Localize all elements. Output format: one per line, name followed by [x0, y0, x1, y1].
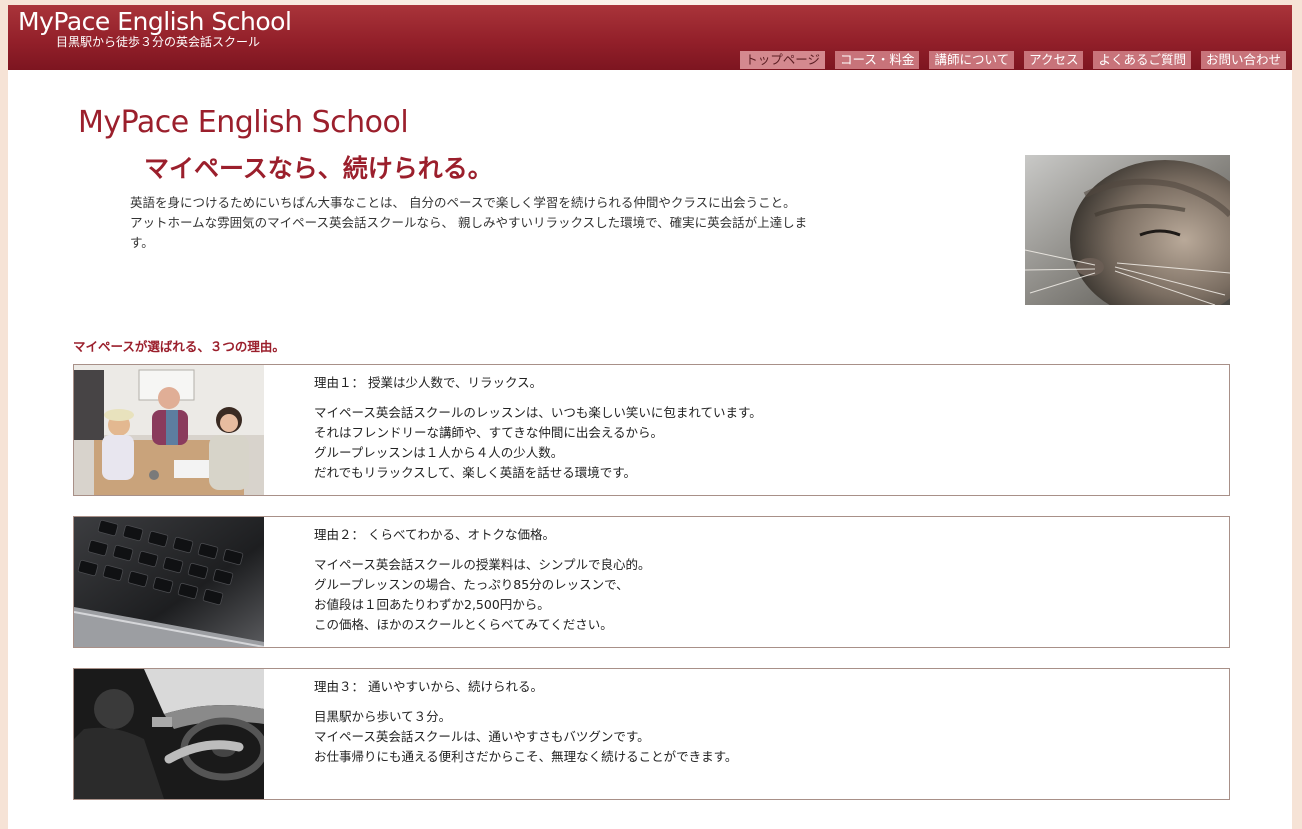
reason-line: それはフレンドリーな講師や、すてきな仲間に出会えるから。	[314, 425, 664, 440]
nav-item-contact[interactable]: お問い合わせ	[1200, 51, 1286, 69]
nav-item-top[interactable]: トップページ	[740, 51, 826, 69]
intro-paragraph-2: アットホームな雰囲気のマイペース英会話スクールなら、 親しみやすいリラックスした…	[130, 215, 808, 250]
page-headline: マイペースなら、続けられる。	[144, 154, 493, 183]
reason-line: グループレッスンの場合、たっぷり85分のレッスンで、	[314, 577, 629, 592]
reason-line: だれでもリラックスして、楽しく英語を話せる環境です。	[314, 465, 637, 480]
reason-line: お値段は１回あたりわずか2,500円から。	[314, 597, 550, 612]
reason-line: マイペース英会話スクールは、通いやすさもバツグンです。	[314, 729, 650, 744]
driving-photo	[74, 669, 264, 799]
reason-line: この価格、ほかのスクールとくらべてみてください。	[314, 617, 613, 632]
keyboard-photo	[74, 517, 264, 647]
reason-card-1: 理由１： 授業は少人数で、リラックス。 マイペース英会話スクールのレッスンは、い…	[73, 364, 1230, 496]
reason-card-2: 理由２： くらべてわかる、オトクな価格。 マイペース英会話スクールの授業料は、シ…	[73, 516, 1230, 648]
site-header: MyPace English School 目黒駅から徒歩３分の英会話スクール …	[8, 5, 1292, 70]
nav-item-teachers[interactable]: 講師について	[929, 51, 1015, 69]
page: MyPace English School 目黒駅から徒歩３分の英会話スクール …	[8, 5, 1292, 829]
nav-item-access[interactable]: アクセス	[1024, 51, 1084, 69]
reason-card-3: 理由３： 通いやすいから、続けられる。 目黒駅から歩いて３分。 マイペース英会話…	[73, 668, 1230, 800]
reason-title-1: 理由１： 授業は少人数で、リラックス。	[314, 375, 543, 390]
nav-item-faq[interactable]: よくあるご質問	[1093, 51, 1191, 69]
reason-line: マイペース英会話スクールの授業料は、シンプルで良心的。	[314, 557, 651, 572]
reason-line: 目黒駅から歩いて３分。	[314, 709, 452, 724]
cat-photo	[1025, 155, 1230, 305]
reason-line: お仕事帰りにも通える便利さだからこそ、無理なく続けることができます。	[314, 749, 738, 764]
reason-body-1: マイペース英会話スクールのレッスンは、いつも楽しい笑いに包まれています。 それは…	[314, 403, 762, 483]
nav-item-courses[interactable]: コース・料金	[835, 51, 920, 69]
brand-title: MyPace English School	[78, 105, 409, 140]
reason-body-2: マイペース英会話スクールの授業料は、シンプルで良心的。 グループレッスンの場合、…	[314, 555, 651, 635]
classroom-photo	[74, 365, 264, 495]
reason-title-3: 理由３： 通いやすいから、続けられる。	[314, 679, 543, 694]
reasons-heading: マイペースが選ばれる、３つの理由。	[73, 339, 285, 354]
site-tagline: 目黒駅から徒歩３分の英会話スクール	[56, 35, 261, 49]
reason-title-2: 理由２： くらべてわかる、オトクな価格。	[314, 527, 555, 542]
intro-paragraph-1: 英語を身につけるためにいちばん大事なことは、 自分のペースで楽しく学習を続けられ…	[130, 195, 796, 210]
main-nav: トップページ コース・料金 講師について アクセス よくあるご質問 お問い合わせ	[740, 51, 1286, 69]
intro-text: 英語を身につけるためにいちばん大事なことは、 自分のペースで楽しく学習を続けられ…	[130, 193, 830, 253]
reason-body-3: 目黒駅から歩いて３分。 マイペース英会話スクールは、通いやすさもバツグンです。 …	[314, 707, 737, 767]
reason-line: グループレッスンは１人から４人の少人数。	[314, 445, 564, 460]
reason-line: マイペース英会話スクールのレッスンは、いつも楽しい笑いに包まれています。	[314, 405, 762, 420]
site-logo[interactable]: MyPace English School	[18, 7, 292, 36]
